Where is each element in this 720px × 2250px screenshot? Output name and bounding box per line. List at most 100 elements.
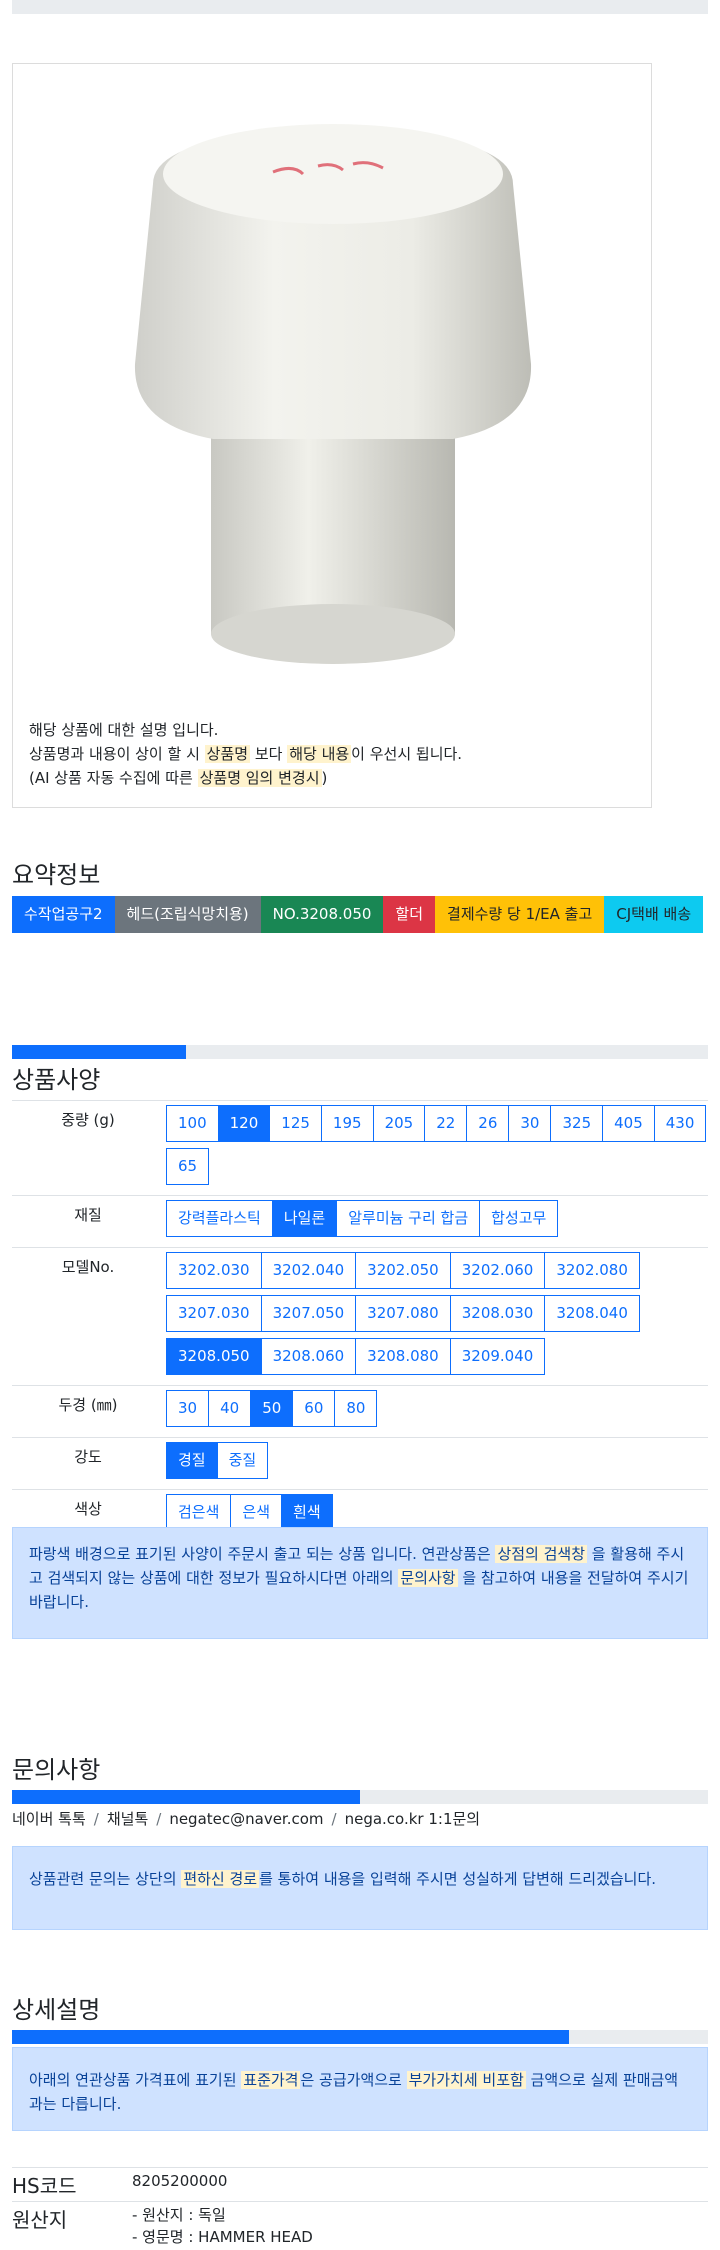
spec-option-button[interactable]: 알루미늄 구리 합금 (336, 1200, 480, 1237)
description-line: 해당 상품에 대한 설명 입니다. (29, 718, 639, 742)
highlight: 상품명 임의 변경시 (198, 769, 322, 787)
description-line: 상품명과 내용이 상이 할 시 상품명 보다 해당 내용이 우선시 됩니다. (29, 742, 639, 766)
spec-option-button[interactable]: 30 (508, 1105, 551, 1142)
badge-category: 수작업공구2 (12, 896, 115, 933)
spec-option-button[interactable]: 3208.060 (261, 1338, 357, 1375)
spec-table: 중량 (g)10012012519520522263032540543065재질… (12, 1100, 708, 1542)
inquiry-progress-bar (12, 1790, 708, 1804)
link-naver-talk[interactable]: 네이버 톡톡 (12, 1810, 86, 1828)
spec-notice: 파랑색 배경으로 표기된 사양이 주문시 출고 되는 상품 입니다. 연관상품은… (12, 1527, 708, 1639)
spec-options: 경질중질 (164, 1438, 708, 1490)
progress-fill (12, 1790, 360, 1804)
spec-option-button[interactable]: 3202.060 (450, 1252, 546, 1289)
badge-shipping: CJ택배 배송 (604, 896, 703, 933)
spec-option-button[interactable]: 22 (424, 1105, 467, 1142)
spec-row-diameter: 두경 (㎜)3040506080 (12, 1386, 708, 1438)
spec-option-button[interactable]: 325 (550, 1105, 603, 1142)
text: 를 통하여 내용을 입력해 주시면 성실하게 답변해 드리겠습니다. (259, 1870, 656, 1888)
progress-fill (12, 1045, 186, 1059)
spec-option-button[interactable]: 40 (208, 1390, 251, 1427)
spec-row-material: 재질강력플라스틱나일론알루미늄 구리 합금합성고무 (12, 1196, 708, 1248)
text: 아래의 연관상품 가격표에 표기된 (29, 2071, 241, 2089)
badge-type: 헤드(조립식망치용) (115, 896, 261, 933)
spec-label: 강도 (12, 1438, 164, 1490)
highlight: 상품명 (205, 745, 250, 763)
text: ) (322, 769, 328, 787)
spec-option-button[interactable]: 경질 (166, 1442, 218, 1479)
product-info-table: HS코드 8205200000 원산지 - 원산지 : 독일 - 영문명 : H… (12, 2167, 708, 2250)
highlight: 부가가치세 비포함 (407, 2071, 526, 2089)
option-group: 100120125195205222630325405430 65 (166, 1105, 708, 1191)
spec-option-button[interactable]: 125 (269, 1105, 322, 1142)
spec-option-button[interactable]: 3202.080 (544, 1252, 640, 1289)
highlight: 상점의 검색창 (495, 1545, 587, 1563)
spec-option-button[interactable]: 나일론 (272, 1200, 337, 1237)
spec-option-button[interactable]: 검은색 (166, 1494, 231, 1531)
spec-option-button[interactable]: 80 (334, 1390, 377, 1427)
inquiry-title: 문의사항 (12, 1750, 100, 1785)
spec-option-button[interactable]: 3209.040 (450, 1338, 546, 1375)
spec-title: 상품사양 (12, 1060, 100, 1095)
spec-option-button[interactable]: 60 (292, 1390, 335, 1427)
spec-progress-bar (12, 1045, 708, 1059)
badge-model: NO.3208.050 (261, 896, 384, 933)
text: 보다 (250, 745, 287, 763)
badge-quantity: 결제수량 당 1/EA 출고 (435, 896, 604, 933)
spec-option-button[interactable]: 합성고무 (479, 1200, 558, 1237)
separator: / (332, 1810, 337, 1828)
info-value: 8205200000 (132, 2168, 708, 2202)
spec-option-button[interactable]: 중질 (217, 1442, 269, 1479)
spec-option-button[interactable]: 3202.050 (355, 1252, 451, 1289)
spec-option-button[interactable]: 100 (166, 1105, 219, 1142)
info-key: HS코드 (12, 2168, 132, 2202)
text: 상품명과 내용이 상이 할 시 (29, 745, 205, 763)
origin-line: - 영문명 : HAMMER HEAD (132, 2226, 708, 2248)
spec-option-button[interactable]: 50 (250, 1390, 293, 1427)
spec-option-button[interactable]: 195 (321, 1105, 374, 1142)
top-bar (12, 0, 708, 14)
spec-options: 3202.0303202.0403202.0503202.0603202.080… (164, 1248, 708, 1386)
spec-options: 3040506080 (164, 1386, 708, 1438)
summary-badges: 수작업공구2 헤드(조립식망치용) NO.3208.050 할더 결제수량 당 … (12, 896, 708, 933)
link-site-inquiry[interactable]: nega.co.kr 1:1문의 (345, 1810, 481, 1828)
option-group: 3040506080 (166, 1390, 708, 1433)
highlight: 문의사항 (398, 1569, 457, 1587)
spec-option-button[interactable]: 은색 (230, 1494, 282, 1531)
spec-option-button[interactable]: 430 (654, 1105, 707, 1142)
spec-label: 재질 (12, 1196, 164, 1248)
inquiry-notice: 상품관련 문의는 상단의 편하신 경로를 통하여 내용을 입력해 주시면 성실하… (12, 1846, 708, 1930)
spec-option-button[interactable]: 26 (466, 1105, 509, 1142)
spec-option-button[interactable]: 205 (373, 1105, 426, 1142)
spec-option-button[interactable]: 65 (166, 1148, 209, 1185)
spec-options: 강력플라스틱나일론알루미늄 구리 합금합성고무 (164, 1196, 708, 1248)
text: 은 공급가액으로 (300, 2071, 406, 2089)
spec-option-button[interactable]: 3207.080 (355, 1295, 451, 1332)
spec-option-button[interactable]: 3208.030 (450, 1295, 546, 1332)
info-row-hs: HS코드 8205200000 (12, 2168, 708, 2202)
spec-option-button[interactable]: 3202.030 (166, 1252, 262, 1289)
spec-option-button[interactable]: 3202.040 (261, 1252, 357, 1289)
spec-option-button[interactable]: 3208.040 (544, 1295, 640, 1332)
spec-option-button[interactable]: 3208.050 (166, 1338, 262, 1375)
spec-option-button[interactable]: 3208.080 (355, 1338, 451, 1375)
spec-option-button[interactable]: 흰색 (281, 1494, 333, 1531)
spec-option-button[interactable]: 3207.050 (261, 1295, 357, 1332)
link-channel-talk[interactable]: 채널톡 (107, 1810, 148, 1828)
spec-row-hardness: 강도경질중질 (12, 1438, 708, 1490)
detail-notice: 아래의 연관상품 가격표에 표기된 표준가격은 공급가액으로 부가가치세 비포함… (12, 2047, 708, 2131)
spec-option-button[interactable]: 120 (218, 1105, 271, 1142)
spec-row-model-no: 모델No.3202.0303202.0403202.0503202.060320… (12, 1248, 708, 1386)
option-group: 경질중질 (166, 1442, 708, 1485)
option-group: 3202.0303202.0403202.0503202.0603202.080… (166, 1252, 708, 1381)
highlight: 표준가격 (241, 2071, 300, 2089)
link-email[interactable]: negatec@naver.com (169, 1810, 323, 1828)
info-value: - 원산지 : 독일 - 영문명 : HAMMER HEAD (132, 2202, 708, 2250)
spec-option-button[interactable]: 405 (602, 1105, 655, 1142)
spec-option-button[interactable]: 30 (166, 1390, 209, 1427)
product-image (93, 94, 573, 694)
summary-title: 요약정보 (12, 855, 100, 890)
origin-line: - 원산지 : 독일 (132, 2204, 708, 2226)
highlight: 편하신 경로 (181, 1870, 259, 1888)
spec-option-button[interactable]: 3207.030 (166, 1295, 262, 1332)
spec-option-button[interactable]: 강력플라스틱 (166, 1200, 273, 1237)
